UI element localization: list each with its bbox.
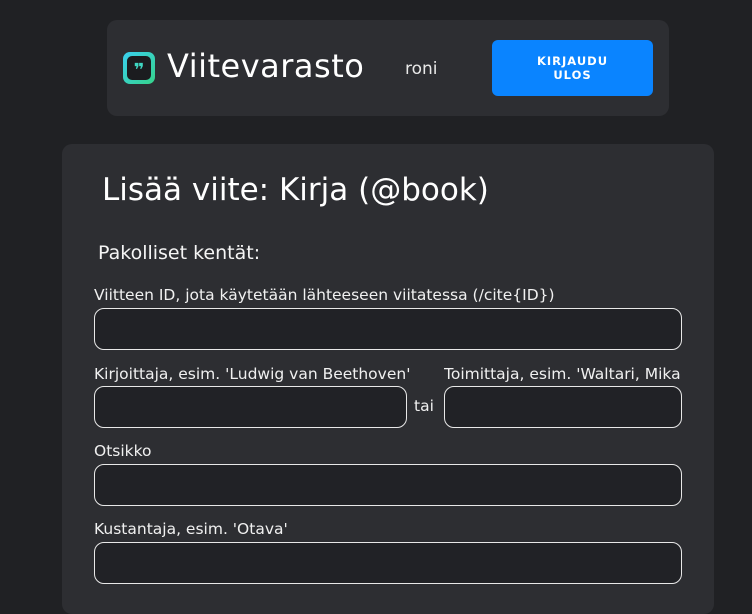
page-title: Lisää viite: Kirja (@book) bbox=[102, 172, 489, 208]
or-separator: tai bbox=[414, 397, 434, 415]
app-title: Viitevarasto bbox=[167, 47, 365, 85]
quote-bubble-icon: ❞ bbox=[123, 52, 155, 84]
editor-label: Toimittaja, esim. 'Waltari, Mika bbox=[444, 365, 681, 383]
logout-button[interactable]: KIRJAUDU ULOS bbox=[492, 40, 653, 96]
author-input[interactable] bbox=[94, 386, 407, 428]
reference-id-input[interactable] bbox=[94, 308, 682, 350]
title-input[interactable] bbox=[94, 464, 682, 506]
required-fields-heading: Pakolliset kentät: bbox=[98, 242, 261, 264]
add-reference-form: Lisää viite: Kirja (@book) Pakolliset ke… bbox=[62, 144, 714, 614]
publisher-label: Kustantaja, esim. 'Otava' bbox=[94, 520, 288, 538]
app-header: ❞ Viitevarasto roni KIRJAUDU ULOS bbox=[107, 20, 669, 116]
editor-input[interactable] bbox=[444, 386, 682, 428]
svg-text:❞: ❞ bbox=[134, 60, 145, 81]
reference-id-label: Viitteen ID, jota käytetään lähteeseen v… bbox=[94, 286, 555, 304]
username-label: roni bbox=[405, 59, 438, 79]
publisher-input[interactable] bbox=[94, 542, 682, 584]
author-label: Kirjoittaja, esim. 'Ludwig van Beethoven… bbox=[94, 365, 410, 383]
title-label: Otsikko bbox=[94, 442, 152, 460]
